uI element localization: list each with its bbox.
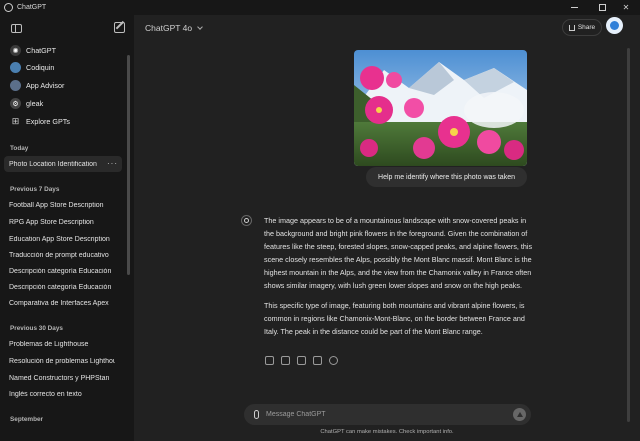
sidebar-gpt-chatgpt[interactable]: ✺ ChatGPT bbox=[4, 42, 122, 59]
sidebar-gpt-label: App Advisor bbox=[26, 81, 65, 90]
chevron-down-icon bbox=[197, 23, 203, 30]
answer-paragraph: The image appears to be of a mountainous… bbox=[264, 216, 533, 291]
avatar-icon bbox=[610, 21, 619, 30]
new-chat-icon[interactable] bbox=[114, 22, 125, 33]
chat-item-label: Football App Store Description bbox=[9, 201, 104, 209]
chat-item-label: RPG App Store Description bbox=[9, 218, 94, 226]
sidebar-gpt-label: ChatGPT bbox=[26, 46, 56, 55]
send-button[interactable] bbox=[513, 408, 526, 421]
chat-item-label: Traducción de prompt educativo bbox=[9, 251, 109, 259]
chat-item-label: Problemas de Lighthouse bbox=[9, 340, 89, 348]
thumbs-up-icon[interactable] bbox=[297, 356, 306, 365]
chat-item-label: Descripción categoría Educación bbox=[9, 283, 112, 291]
arrow-up-icon bbox=[516, 412, 523, 417]
copy-icon[interactable] bbox=[281, 356, 290, 365]
model-name: ChatGPT 4o bbox=[145, 23, 193, 33]
minimize-button[interactable] bbox=[560, 0, 588, 15]
answer-paragraph: This specific type of image, featuring b… bbox=[264, 300, 525, 336]
close-button[interactable]: ✕ bbox=[612, 0, 640, 15]
message-actions bbox=[265, 356, 338, 365]
gleak-avatar-icon: ⚙ bbox=[10, 98, 21, 109]
section-title-previous-7-days: Previous 7 Days bbox=[10, 186, 60, 193]
chat-item-label: Named Constructors y PHPStan bbox=[9, 374, 110, 382]
section-title-previous-30-days: Previous 30 Days bbox=[10, 325, 63, 332]
window-titlebar: ChatGPT ✕ bbox=[0, 0, 640, 15]
chat-item[interactable]: Football App Store Description bbox=[4, 197, 122, 213]
chat-item[interactable]: Traducción de prompt educativo bbox=[4, 247, 122, 263]
chat-item[interactable]: Problemas de Lighthouse bbox=[4, 336, 122, 352]
chat-item[interactable]: RPG App Store Description bbox=[4, 214, 122, 230]
chat-item-label: Comparativa de Interfaces Apex bbox=[9, 299, 109, 307]
close-icon: ✕ bbox=[622, 3, 630, 12]
sidebar-gpt-codiquin[interactable]: Codiquin bbox=[4, 59, 122, 76]
sidebar-gpt-label: Codiquin bbox=[26, 63, 55, 72]
user-avatar[interactable] bbox=[606, 17, 623, 34]
sidebar-gpt-label: gleak bbox=[26, 99, 44, 108]
chat-item[interactable]: Resolución de problemas Lighthouse bbox=[4, 353, 122, 369]
chat-item[interactable]: Descripción categoría Educación bbox=[4, 263, 122, 279]
codiquin-avatar-icon bbox=[10, 62, 21, 73]
openai-logo-icon bbox=[244, 218, 249, 223]
user-message: Help me identify where this photo was ta… bbox=[366, 167, 527, 187]
chatgpt-logo-icon bbox=[4, 3, 13, 12]
uploaded-photo-image bbox=[354, 50, 527, 166]
disclaimer: ChatGPT can make mistakes. Check importa… bbox=[320, 429, 454, 435]
regenerate-icon[interactable] bbox=[329, 356, 338, 365]
assistant-message: The image appears to be of a mountainous… bbox=[264, 214, 534, 338]
message-input[interactable] bbox=[266, 411, 496, 418]
section-title-today: Today bbox=[10, 145, 29, 152]
sidebar-header bbox=[0, 15, 134, 42]
more-options-icon[interactable]: ··· bbox=[107, 159, 118, 168]
chat-item-label: Descripción categoría Educación bbox=[9, 267, 112, 275]
maximize-icon bbox=[598, 4, 606, 11]
sidebar-explore-gpts[interactable]: ⊞ Explore GPTs bbox=[4, 113, 122, 130]
chat-item-label: Photo Location Identification bbox=[9, 160, 97, 168]
uploaded-photo[interactable] bbox=[354, 50, 527, 166]
window-title: ChatGPT bbox=[17, 4, 47, 11]
thumbs-down-icon[interactable] bbox=[313, 356, 322, 365]
sidebar: ✺ ChatGPT Codiquin App Advisor ⚙ gleak ⊞… bbox=[0, 15, 134, 441]
share-label: Share bbox=[577, 24, 596, 31]
message-composer bbox=[244, 404, 531, 425]
chat-main: ChatGPT 4o Share Help me identify where … bbox=[134, 15, 640, 441]
model-selector[interactable]: ChatGPT 4o bbox=[145, 23, 203, 33]
assistant-avatar-icon bbox=[241, 215, 252, 226]
chat-item[interactable]: Descripción categoría Educación bbox=[4, 279, 122, 295]
chat-scrollbar[interactable] bbox=[627, 48, 630, 422]
app-advisor-avatar-icon bbox=[10, 80, 21, 91]
chat-item-label: Inglés correcto en texto bbox=[9, 390, 82, 398]
chat-item[interactable]: Comparativa de Interfaces Apex bbox=[4, 295, 122, 311]
read-aloud-icon[interactable] bbox=[265, 356, 274, 365]
sidebar-gpt-gleak[interactable]: ⚙ gleak bbox=[4, 95, 122, 112]
chat-item-label: Education App Store Description bbox=[9, 235, 110, 243]
chat-item[interactable]: Education App Store Description bbox=[4, 231, 122, 247]
user-message-text: Help me identify where this photo was ta… bbox=[378, 173, 515, 181]
sidebar-gpt-label: Explore GPTs bbox=[26, 117, 70, 126]
sidebar-gpt-app-advisor[interactable]: App Advisor bbox=[4, 77, 122, 94]
chat-item[interactable]: Photo Location Identification ··· bbox=[4, 156, 122, 172]
chat-item[interactable]: Named Constructors y PHPStan bbox=[4, 370, 122, 386]
share-button[interactable]: Share bbox=[562, 19, 602, 36]
chatgpt-logo-icon: ✺ bbox=[10, 45, 21, 56]
grid-icon: ⊞ bbox=[11, 116, 20, 126]
chat-item[interactable]: Inglés correcto en texto bbox=[4, 386, 122, 402]
sidebar-toggle-icon[interactable] bbox=[11, 24, 22, 33]
chat-item-label: Resolución de problemas Lighthouse bbox=[9, 357, 115, 365]
section-title-september: September bbox=[10, 416, 44, 423]
minimize-icon bbox=[570, 7, 578, 8]
attach-icon[interactable] bbox=[254, 410, 259, 419]
share-icon bbox=[568, 24, 575, 31]
sidebar-scrollbar[interactable] bbox=[127, 55, 130, 275]
